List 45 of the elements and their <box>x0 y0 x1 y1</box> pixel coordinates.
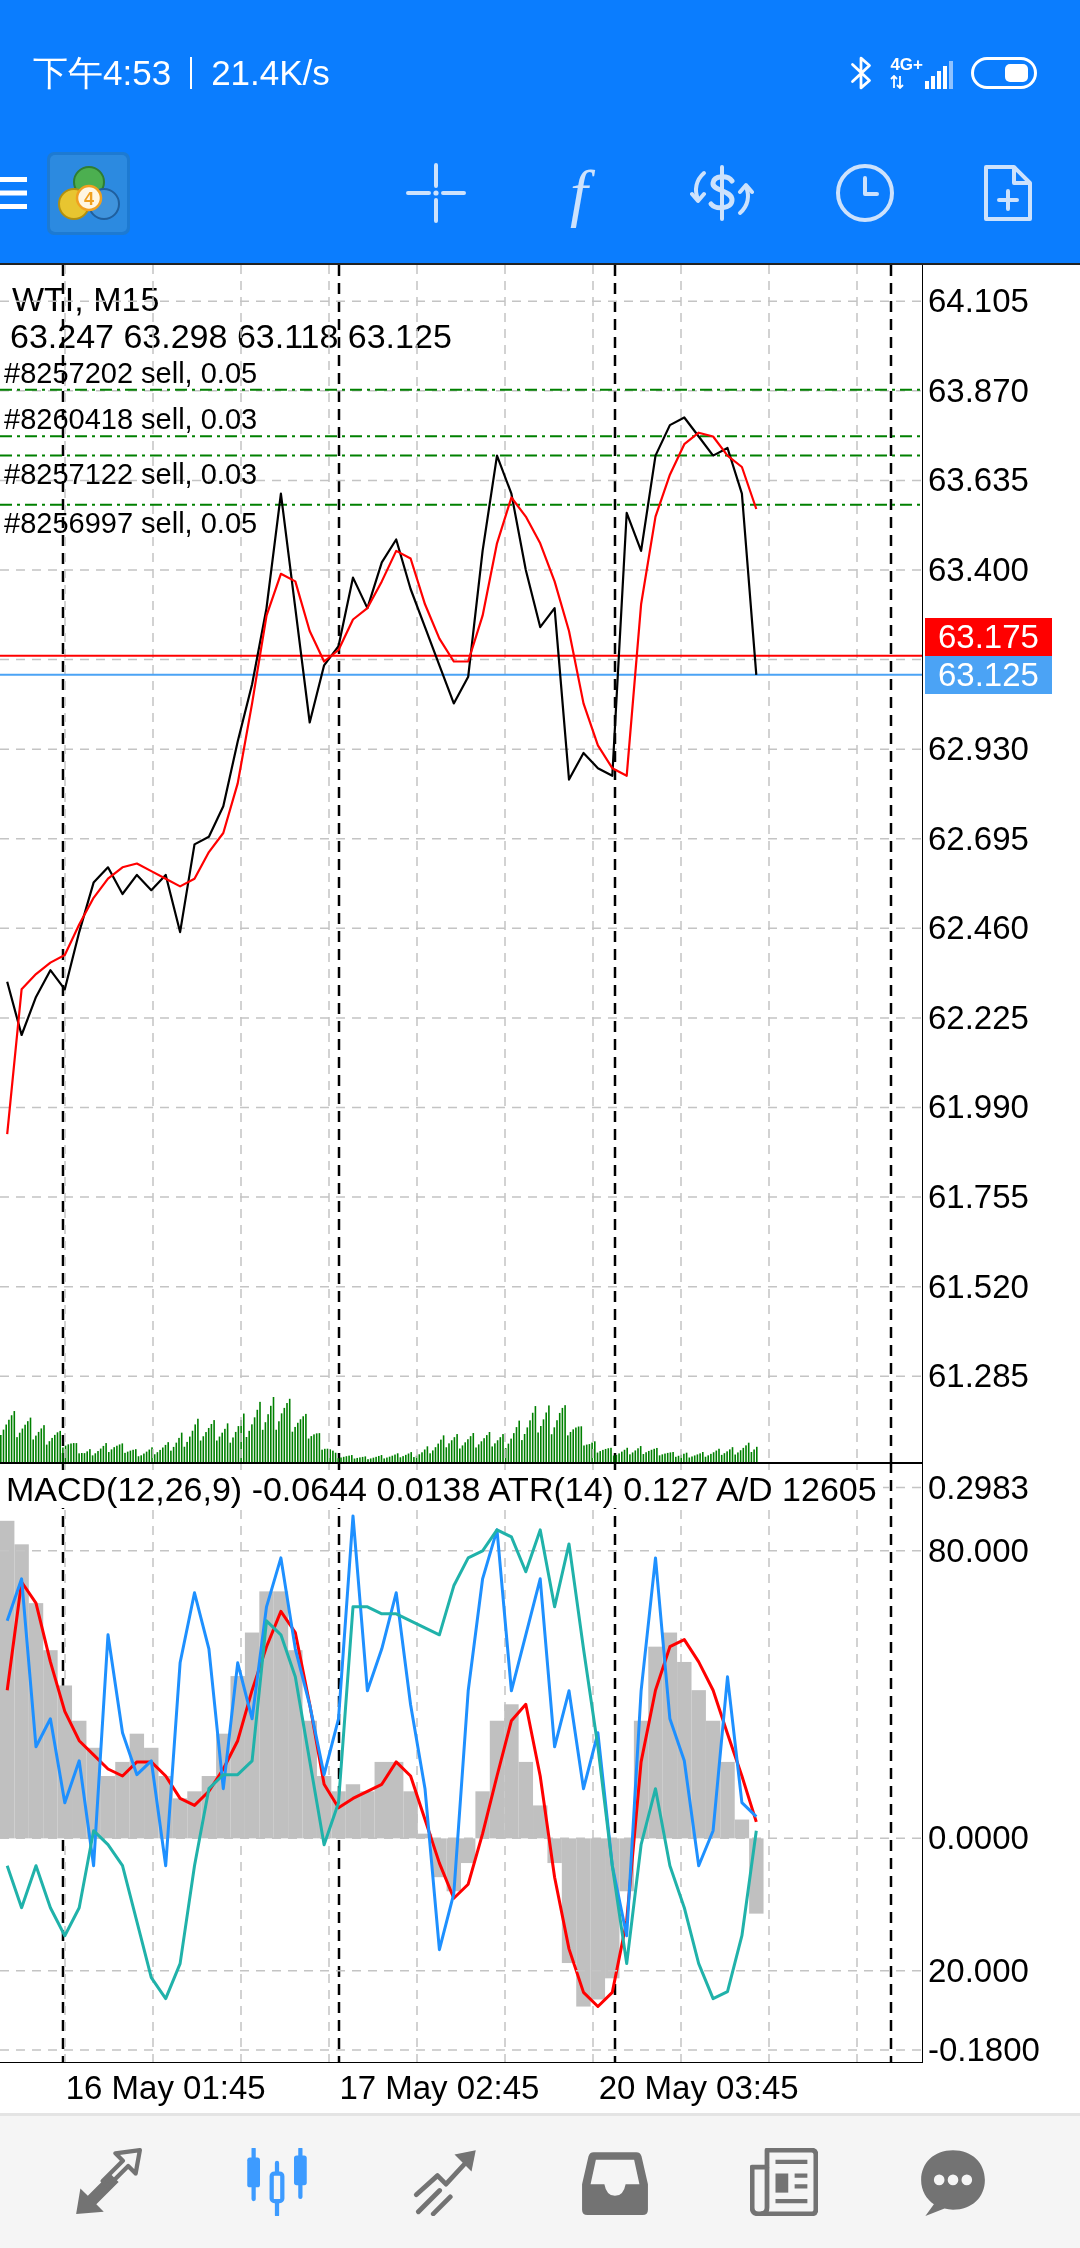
document-plus-icon[interactable] <box>984 163 1032 223</box>
chart-symbol: WTI, M15 <box>12 281 160 317</box>
price-axis-label: 62.225 <box>928 998 1029 1037</box>
order-label: #8256997 sell, 0.05 <box>4 506 258 539</box>
order-label: #8260418 sell, 0.03 <box>4 403 258 436</box>
network-type-label: 4G+ <box>890 56 923 73</box>
time-axis-label: 16 May 01:45 <box>65 2069 266 2107</box>
app-logo-icon: 4 <box>47 151 130 235</box>
data-arrows-icon <box>890 75 905 89</box>
price-tag: 63.125 <box>925 655 1052 694</box>
price-axis-label: 63.400 <box>928 550 1029 589</box>
menu-icon[interactable] <box>0 177 27 209</box>
price-axis-label: 62.695 <box>928 819 1029 858</box>
indicator-axis-label: -0.1800 <box>928 2031 1040 2070</box>
price-axis-label: 61.285 <box>928 1357 1029 1396</box>
chat-bubble-icon[interactable] <box>919 2148 987 2216</box>
order-label: #8257122 sell, 0.03 <box>4 457 258 490</box>
price-axis-label: 61.755 <box>928 1178 1029 1217</box>
price-axis-label: 62.460 <box>928 909 1029 948</box>
time-axis-label: 20 May 03:45 <box>598 2069 799 2107</box>
bluetooth-icon <box>850 55 873 90</box>
price-axis-label: 61.990 <box>928 1088 1029 1127</box>
clock-icon[interactable] <box>835 163 895 223</box>
crosshair-icon[interactable] <box>406 163 466 223</box>
price-axis-label: 64.105 <box>928 282 1029 321</box>
time-axis-label: 17 May 02:45 <box>339 2069 540 2107</box>
indicator-axis-label: 0.2983 <box>928 1468 1029 1507</box>
battery-icon <box>971 56 1037 89</box>
indicator-legend: MACD(12,26,9) -0.0644 0.0138 ATR(14) 0.127 A/D 12605 <box>0 1470 883 1508</box>
price-axis-label: 62.930 <box>928 730 1029 769</box>
price-tag: 63.175 <box>925 617 1052 656</box>
price-axis-label: 61.520 <box>928 1267 1029 1306</box>
double-arrow-icon[interactable] <box>74 2148 142 2216</box>
order-label: #8257202 sell, 0.05 <box>4 356 258 389</box>
price-axis-label: 63.870 <box>928 371 1029 410</box>
ohlc-values: 63.247 63.298 63.118 63.125 <box>10 319 452 353</box>
signal-icon <box>925 59 953 89</box>
price-axis-label: 63.635 <box>928 461 1029 500</box>
newspaper-icon[interactable] <box>750 2148 818 2216</box>
status-time: 下午4:53 <box>33 52 172 93</box>
indicator-axis-label: 0.0000 <box>928 1819 1029 1858</box>
indicator-axis-label: 20.000 <box>928 1951 1029 1990</box>
network-speed: 21.4K/s <box>211 52 330 93</box>
indicator-axis-label: 80.000 <box>928 1531 1029 1570</box>
function-button[interactable]: f <box>543 157 615 229</box>
